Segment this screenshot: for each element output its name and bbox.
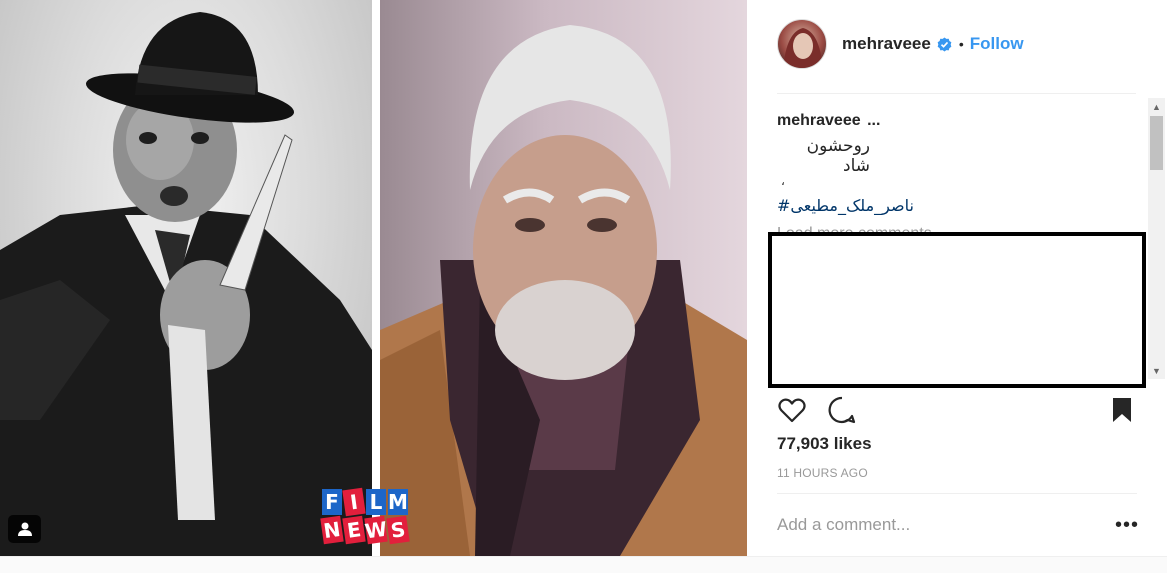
- logo-letter: M: [388, 489, 408, 515]
- caption-line: mehraveee ...: [777, 112, 1137, 130]
- photo-right-pane: [380, 0, 747, 556]
- verified-badge-icon: [937, 36, 952, 52]
- hashtag-link[interactable]: #ناصر_ملک_مطیعی: [777, 196, 1137, 215]
- header-divider: [777, 93, 1136, 94]
- comment-input-divider: [777, 493, 1137, 494]
- bookmark-icon[interactable]: [1107, 395, 1137, 425]
- more-options-icon[interactable]: •••: [1115, 514, 1138, 536]
- logo-letter: L: [366, 489, 386, 515]
- comments-section: mehraveee ... روحشون شاد ، #ناصر_ملک_مطی…: [777, 112, 1137, 243]
- username-link[interactable]: mehraveee: [842, 34, 931, 54]
- logo-letter: N: [320, 515, 344, 545]
- film-news-watermark-logo: F I L M N E W S: [320, 487, 434, 545]
- user-tag-icon[interactable]: [8, 515, 41, 543]
- instagram-post: F I L M N E W S mehraveee • Follow mehra…: [0, 0, 1167, 556]
- heart-icon[interactable]: [777, 395, 807, 425]
- post-photo[interactable]: F I L M N E W S: [0, 0, 747, 556]
- photo-left-pane: [0, 0, 372, 556]
- caption-username[interactable]: mehraveee: [777, 112, 861, 129]
- scrollbar-thumb[interactable]: [1150, 116, 1163, 170]
- avatar[interactable]: [777, 19, 827, 69]
- caption-text: روحشون شاد: [806, 136, 870, 176]
- follow-button[interactable]: Follow: [970, 34, 1024, 54]
- likes-count[interactable]: 77,903 likes: [777, 434, 872, 454]
- scroll-up-arrow-icon[interactable]: ▲: [1148, 98, 1165, 115]
- logo-letter: F: [322, 489, 342, 515]
- caption-punctuation: ،: [781, 174, 785, 188]
- post-timestamp[interactable]: 11 HOURS AGO: [777, 466, 868, 480]
- comment-icon[interactable]: [827, 395, 857, 425]
- logo-letter: S: [386, 515, 410, 545]
- page-footer-strip: [0, 556, 1167, 573]
- logo-letter: I: [342, 487, 366, 517]
- add-comment-input[interactable]: [777, 512, 1097, 538]
- separator-dot: •: [958, 36, 964, 52]
- scroll-down-arrow-icon[interactable]: ▼: [1148, 362, 1165, 379]
- comments-scrollbar[interactable]: ▲ ▼: [1148, 98, 1165, 379]
- photo-divider: [372, 0, 380, 556]
- logo-letter: W: [363, 515, 389, 545]
- redacted-comments-box: [768, 232, 1146, 388]
- post-header: mehraveee • Follow: [777, 18, 1137, 70]
- color-actor-portrait: [380, 25, 747, 556]
- logo-letter: E: [342, 515, 366, 545]
- black-white-actor-image: [0, 12, 372, 556]
- caption-more-ellipsis[interactable]: ...: [867, 112, 880, 129]
- post-actions-bar: [777, 395, 1137, 425]
